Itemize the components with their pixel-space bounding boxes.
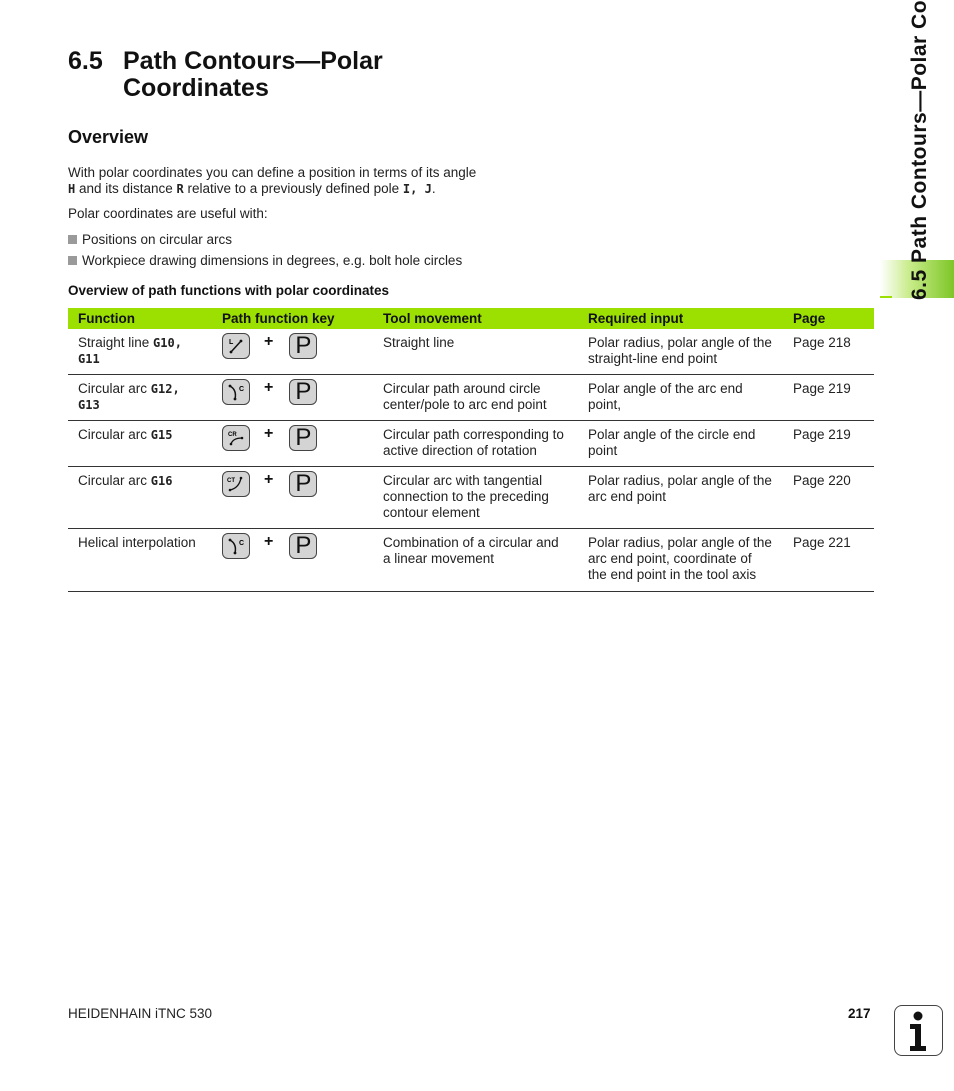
svg-text:CR: CR	[228, 432, 237, 438]
table-row: Circular arc G12, G13 C + P Circular path aro…	[68, 374, 874, 421]
g-code: G15	[150, 428, 173, 442]
circle-radius-key-icon[interactable]: CR	[222, 425, 250, 451]
cell-required-input: Polar angle of the arc end point,	[578, 374, 783, 421]
plus-sign: +	[264, 533, 274, 550]
cell-page: Page 219	[783, 420, 874, 467]
code-r: R	[176, 182, 184, 196]
cell-tool-movement: Circular path corresponding to active di…	[373, 420, 578, 467]
side-tab-title: 6.5 Path Contours—Polar Coordinates	[908, 0, 931, 300]
polar-p-key-icon[interactable]: P	[289, 533, 318, 559]
section-number: 6.5	[68, 47, 103, 75]
svg-text:C: C	[239, 386, 244, 393]
g-code: G13	[78, 398, 100, 412]
cell-function: Straight line G10, G11	[68, 329, 212, 375]
section-title-line2: Coordinates	[123, 74, 269, 102]
cell-page: Page 219	[783, 374, 874, 421]
circle-tangent-key-icon[interactable]: CT	[222, 471, 250, 497]
svg-text:L: L	[229, 339, 234, 346]
side-tab-accent	[880, 296, 892, 298]
bullet-text: Positions on circular arcs	[82, 232, 233, 247]
circle-key-icon[interactable]: C	[222, 533, 250, 559]
header-function: Function	[68, 308, 212, 329]
svg-text:CT: CT	[227, 478, 235, 484]
intro-text: .	[431, 181, 436, 196]
intro-paragraph: With polar coordinates you can define a …	[68, 165, 476, 197]
cell-required-input: Polar angle of the circle end point	[578, 420, 783, 467]
polar-p-key-icon[interactable]: P	[289, 425, 318, 451]
cell-required-input: Polar radius, polar angle of the straigh…	[578, 329, 783, 375]
function-text: Helical interpolation	[78, 535, 196, 550]
function-text: Straight line	[78, 335, 154, 350]
section-title-line1: Path Contours—Polar	[123, 47, 383, 75]
bullet-square-icon	[68, 235, 77, 244]
bullet-item: Workpiece drawing dimensions in degrees,…	[68, 253, 462, 268]
cell-function: Circular arc G15	[68, 420, 212, 467]
cell-required-input: Polar radius, polar angle of the arc end…	[578, 528, 783, 592]
table-header-row: Function Path function key Tool movement…	[68, 308, 874, 329]
plus-sign: +	[264, 471, 274, 488]
path-functions-table: Function Path function key Tool movement…	[68, 308, 874, 592]
g-code: G16	[150, 474, 173, 488]
polar-p-key-icon[interactable]: P	[289, 379, 318, 405]
info-icon	[894, 1005, 943, 1056]
table-row: Helical interpolation C + P Combination of a…	[68, 528, 874, 592]
plus-sign: +	[264, 425, 274, 442]
function-text: Circular arc	[78, 473, 151, 488]
footer-manual-name: HEIDENHAIN iTNC 530	[68, 1006, 213, 1021]
table-row: Circular arc G16 CT + P Circular arc with ta…	[68, 466, 874, 529]
intro-text: relative to a previously defined pole	[183, 181, 403, 196]
g-code: G10,	[153, 336, 182, 350]
line-key-icon[interactable]: L	[222, 333, 250, 359]
function-text: Circular arc	[78, 381, 151, 396]
intro-line2: H and its distance R relative to a previ…	[68, 181, 476, 197]
table-row: Straight line G10, G11 L + P Straight line Pol…	[68, 329, 874, 375]
table-caption: Overview of path functions with polar co…	[68, 283, 390, 298]
cell-page: Page 221	[783, 528, 874, 592]
cell-function: Circular arc G16	[68, 466, 212, 529]
g-code: G11	[78, 352, 100, 366]
cell-path-function-key: C + P	[212, 528, 373, 592]
cell-path-function-key: CR + P	[212, 420, 373, 467]
cell-path-function-key: CT + P	[212, 466, 373, 529]
cell-page: Page 220	[783, 466, 874, 529]
cell-required-input: Polar radius, polar angle of the arc end…	[578, 466, 783, 529]
function-text: Circular arc	[78, 427, 151, 442]
intro-line1: With polar coordinates you can define a …	[68, 165, 477, 180]
overview-heading: Overview	[68, 127, 149, 147]
bullet-text: Workpiece drawing dimensions in degrees,…	[82, 253, 463, 268]
polar-p-key-icon[interactable]: P	[289, 471, 318, 497]
g-code: G12,	[150, 382, 180, 396]
useful-with-text: Polar coordinates are useful with:	[68, 206, 268, 221]
plus-sign: +	[264, 333, 274, 350]
cell-function: Helical interpolation	[68, 528, 212, 592]
cell-path-function-key: L + P	[212, 329, 373, 375]
footer-page-number: 217	[848, 1006, 871, 1021]
cell-tool-movement: Circular arc with tangential connection …	[373, 466, 578, 529]
header-path-function-key: Path function key	[212, 308, 373, 329]
bullet-item: Positions on circular arcs	[68, 232, 232, 247]
code-ij: I, J	[402, 182, 432, 196]
header-tool-movement: Tool movement	[373, 308, 578, 329]
svg-text:C: C	[239, 540, 244, 547]
bullet-square-icon	[68, 256, 77, 265]
cell-tool-movement: Straight line	[373, 329, 578, 375]
header-required-input: Required input	[578, 308, 783, 329]
cell-tool-movement: Combination of a circular and a linear m…	[373, 528, 578, 592]
header-page: Page	[783, 308, 874, 329]
cell-page: Page 218	[783, 329, 874, 375]
plus-sign: +	[264, 379, 274, 396]
cell-tool-movement: Circular path around circle center/pole …	[373, 374, 578, 421]
circle-key-icon[interactable]: C	[222, 379, 250, 405]
intro-text: and its distance	[75, 181, 177, 196]
cell-path-function-key: C + P	[212, 374, 373, 421]
polar-p-key-icon[interactable]: P	[289, 333, 318, 359]
cell-function: Circular arc G12, G13	[68, 374, 212, 421]
table-row: Circular arc G15 CR + P Circular path corres…	[68, 420, 874, 467]
